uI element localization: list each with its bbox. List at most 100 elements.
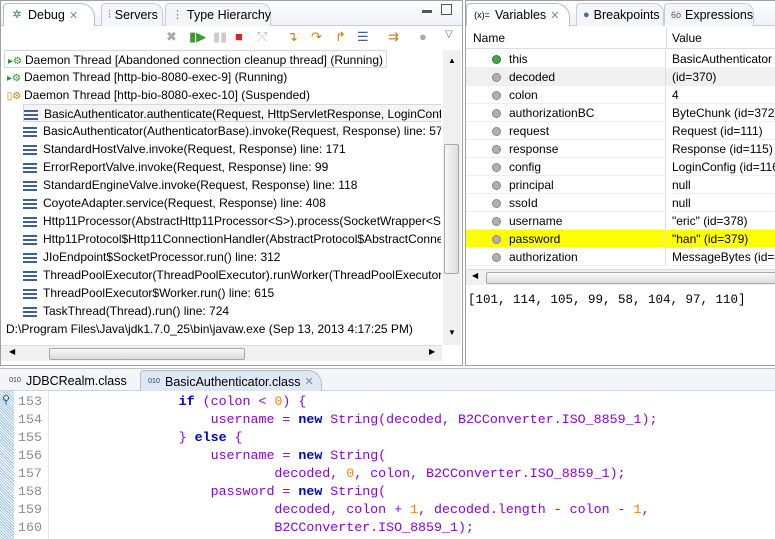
scroll-right-icon[interactable]: ▶ <box>429 347 435 356</box>
code-line[interactable]: if (colon < 0) { <box>51 393 307 411</box>
horizontal-scrollbar[interactable]: ◀ <box>466 269 775 285</box>
stack-frame[interactable]: ErrorReportValve.invoke(Request, Respons… <box>23 158 441 176</box>
stack-frame[interactable]: StandardHostValve.invoke(Request, Respon… <box>23 140 441 158</box>
code-line[interactable]: username = new String( <box>51 447 387 465</box>
variables-tabbar: (x)= Variables ✕ ● Breakpoints 6ò Expression… <box>466 1 775 26</box>
column-value[interactable]: Value <box>672 31 702 45</box>
keyword-token: new <box>298 484 323 499</box>
variable-row[interactable]: ssoId null <box>466 194 775 212</box>
variable-row[interactable]: request Request (id=111) <box>466 122 775 140</box>
variable-name: password <box>509 232 561 246</box>
maximize-icon[interactable] <box>441 4 452 15</box>
stack-frame[interactable]: CoyoteAdapter.service(Request, Response)… <box>23 194 441 212</box>
tab-jdbcrealm[interactable]: 010 JDBCRealm.class <box>2 370 133 391</box>
drop-to-frame-icon[interactable]: ☰ <box>357 29 369 45</box>
thread-item[interactable]: ▸⚙ Daemon Thread [Abandoned connection cl… <box>4 50 388 68</box>
stack-frame[interactable]: TaskThread(Thread).run() line: 724 <box>23 302 441 320</box>
variable-row[interactable]: authorization MessageBytes (id=371) <box>466 248 775 266</box>
tab-label: Breakpoints <box>593 8 660 22</box>
code-editor[interactable]: ⚲ 153 if (colon < 0) {154 username = new… <box>0 391 775 539</box>
resume-icon[interactable]: ▮▶ <box>189 29 206 45</box>
tab-basicauthenticator[interactable]: 010 BasicAuthenticator.class ✕ <box>140 370 322 392</box>
breakpoints-icon: ● <box>583 9 590 21</box>
variable-row[interactable]: config LoginConfig (id=116) <box>466 158 775 176</box>
close-icon[interactable]: ✕ <box>305 375 314 388</box>
thread-item[interactable]: ▯⚙ Daemon Thread [http-bio-8080-exec-10] … <box>4 86 310 104</box>
scroll-down-icon[interactable]: ▼ <box>448 328 456 337</box>
threads-icon[interactable]: ● <box>419 29 427 44</box>
variable-row[interactable]: decoded (id=370) <box>466 68 775 86</box>
horizontal-scrollbar[interactable]: ◀ ▶ <box>1 345 442 361</box>
column-name[interactable]: Name <box>473 31 505 45</box>
frame-label: JIoEndpoint$SocketProcessor.run() line: … <box>43 250 281 264</box>
stack-frame-icon <box>23 162 37 173</box>
vertical-scrollbar[interactable]: ▲ ▼ <box>443 50 461 345</box>
stack-frame[interactable]: ThreadPoolExecutor$Worker.run() line: 61… <box>23 284 441 302</box>
code-line[interactable]: } else { <box>51 429 243 447</box>
line-number: 153 <box>18 394 42 409</box>
tab-expressions[interactable]: 6ò Expressions <box>664 3 754 26</box>
scroll-thumb[interactable] <box>486 272 775 284</box>
terminate-icon[interactable]: ■ <box>235 29 243 44</box>
stack-frame[interactable]: Http11Protocol$Http11ConnectionHandler(A… <box>23 230 441 248</box>
stack-frame[interactable]: JIoEndpoint$SocketProcessor.run() line: … <box>23 248 441 266</box>
step-return-icon[interactable]: ↱ <box>335 29 346 45</box>
code-token: String( <box>322 448 387 463</box>
scroll-thumb[interactable] <box>444 144 459 274</box>
bug-icon: ✲ <box>12 9 22 21</box>
process-item[interactable]: D:\Program Files\Java\jdk1.7.0_25\bin\ja… <box>6 320 413 338</box>
variable-row[interactable]: this BasicAuthenticator (id=110) <box>466 50 775 68</box>
variable-row[interactable]: username "eric" (id=378) <box>466 212 775 230</box>
remove-terminated-icon[interactable]: ✖ <box>166 29 177 45</box>
variable-row[interactable]: password "han" (id=379) <box>466 230 775 248</box>
variable-value-cell: "eric" (id=378) <box>672 212 775 230</box>
stack-frame[interactable]: BasicAuthenticator.authenticate(Request,… <box>23 104 441 122</box>
variable-row[interactable]: authorizationBC ByteChunk (id=372) <box>466 104 775 122</box>
thread-item[interactable]: ▸⚙ Daemon Thread [http-bio-8080-exec-9] (… <box>4 68 287 86</box>
thread-label: Daemon Thread [http-bio-8080-exec-10] (S… <box>24 88 310 102</box>
code-line[interactable]: decoded, 0, colon, B2CConverter.ISO_8859… <box>51 465 625 483</box>
close-icon[interactable]: ✕ <box>69 9 78 22</box>
stack-frame[interactable]: ThreadPoolExecutor(ThreadPoolExecutor).r… <box>23 266 441 284</box>
variable-value-cell: null <box>672 176 775 194</box>
code-line[interactable]: password = new String( <box>51 483 387 501</box>
code-token: , decoded.length - colon - <box>418 502 634 517</box>
stack-frame[interactable]: StandardEngineValve.invoke(Request, Resp… <box>23 176 441 194</box>
tab-debug[interactable]: ✲ Debug ✕ <box>3 3 95 26</box>
scroll-left-icon[interactable]: ◀ <box>472 271 478 280</box>
detail-pane[interactable]: [101, 114, 105, 99, 58, 104, 97, 110] <box>468 293 746 307</box>
stack-frame[interactable]: Http11Processor(AbstractHttp11Processor<… <box>23 212 441 230</box>
tab-type-hierarchy[interactable]: ⋮ Type Hierarchy <box>165 3 271 26</box>
local-variable-icon <box>492 235 501 245</box>
stack-frame[interactable]: BasicAuthenticator(AuthenticatorBase).in… <box>23 122 441 140</box>
variable-row[interactable]: colon 4 <box>466 86 775 104</box>
variable-row[interactable]: response Response (id=115) <box>466 140 775 158</box>
tab-variables[interactable]: (x)= Variables ✕ <box>466 3 570 26</box>
servers-icon: ⫶ <box>108 9 111 21</box>
close-icon[interactable]: ✕ <box>550 9 559 22</box>
code-token: , <box>641 502 650 517</box>
stack-frame-icon <box>23 126 37 137</box>
field-icon <box>492 55 501 65</box>
step-over-icon[interactable]: ↷ <box>311 29 322 45</box>
variable-value-cell: LoginConfig (id=116) <box>672 160 775 176</box>
frame-label: BasicAuthenticator.authenticate(Request,… <box>44 107 441 121</box>
line-number: 160 <box>18 520 42 535</box>
suspend-icon[interactable]: ▮▮ <box>213 29 227 45</box>
code-line[interactable]: decoded, colon + 1, decoded.length - col… <box>51 501 649 519</box>
minimize-icon[interactable]: ▬ <box>422 5 432 16</box>
tab-breakpoints[interactable]: ● Breakpoints <box>576 3 664 26</box>
tab-label: BasicAuthenticator.class <box>165 374 301 389</box>
class-file-icon: 010 <box>9 376 21 384</box>
code-line[interactable]: B2CConverter.ISO_8859_1); <box>51 519 474 537</box>
scroll-left-icon[interactable]: ◀ <box>9 347 15 356</box>
scroll-thumb[interactable] <box>49 348 245 360</box>
scroll-up-icon[interactable]: ▲ <box>448 56 456 65</box>
use-step-filters-icon[interactable]: ⇉ <box>388 29 399 45</box>
step-into-icon[interactable]: ↴ <box>287 29 298 45</box>
variable-row[interactable]: principal null <box>466 176 775 194</box>
code-line[interactable]: username = new String(decoded, B2CConver… <box>51 411 658 429</box>
view-menu-icon[interactable]: ▽ <box>445 29 453 40</box>
tab-servers[interactable]: ⫶ Servers <box>101 3 163 26</box>
disconnect-icon[interactable]: ⤲ <box>257 29 267 45</box>
